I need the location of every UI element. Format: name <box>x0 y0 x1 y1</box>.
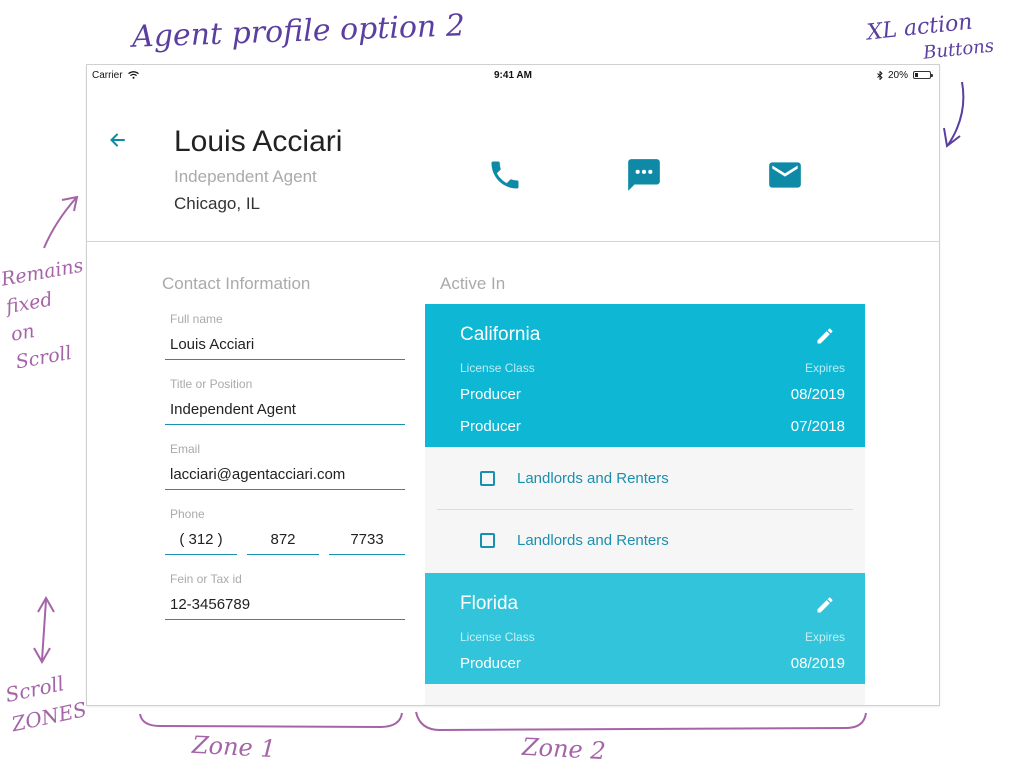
full-name-field[interactable]: Full name Louis Acciari <box>165 312 405 360</box>
profile-header: Louis Acciari Independent Agent Chicago,… <box>87 85 939 242</box>
annotation-zone-2: Zone 2 <box>521 732 607 766</box>
agent-role: Independent Agent <box>174 167 317 186</box>
endorsement-checkbox[interactable] <box>480 533 495 548</box>
license-expiry: 08/2019 <box>790 386 845 403</box>
state-name: Florida <box>460 593 519 614</box>
tax-id-field[interactable]: Fein or Tax id 12-3456789 <box>165 572 405 620</box>
battery-percent: 20% <box>887 69 908 81</box>
endorsement-item[interactable]: Landlords and Renters <box>437 447 853 509</box>
status-left: Carrier <box>92 70 139 81</box>
license-row: Producer 08/2019 <box>460 386 845 403</box>
battery-icon <box>913 71 933 79</box>
license-class: Producer <box>460 386 521 403</box>
message-button[interactable] <box>624 155 664 195</box>
annotation-xl-buttons: XL action Buttons <box>866 8 996 73</box>
phone-label: Phone <box>170 507 205 521</box>
expires-label: Expires <box>804 630 845 644</box>
annotation-arrowhead-xl <box>943 127 961 148</box>
status-right: 20% <box>877 69 933 81</box>
annotation-bracket-zone-2 <box>415 711 867 732</box>
phone-icon <box>491 161 519 189</box>
annotation-bracket-zone-1 <box>139 712 403 729</box>
active-in-section-title: Active In <box>440 274 506 293</box>
email-label: Email <box>170 442 201 456</box>
profile-body: Contact Information Full name Louis Acci… <box>87 242 939 705</box>
phone-prefix-input[interactable]: 872 <box>247 531 319 555</box>
title-field[interactable]: Title or Position Independent Agent <box>165 377 405 425</box>
annotation-arrow-xl <box>947 81 965 146</box>
edit-icon[interactable] <box>815 595 835 615</box>
annotation-arrowhead-remains <box>61 195 79 212</box>
license-expiry: 08/2019 <box>790 655 845 672</box>
annotation-arrow-scroll <box>41 599 47 661</box>
state-card-california: California License Class Expires Produce… <box>425 304 865 447</box>
annotation-arrowhead-scroll-up <box>37 595 55 613</box>
tax-id-label: Fein or Tax id <box>170 572 242 586</box>
full-name-input[interactable]: Louis Acciari <box>165 336 405 360</box>
phone-field[interactable]: Phone ( 312 ) 872 7733 <box>165 507 405 555</box>
edit-icon[interactable] <box>815 326 835 346</box>
call-button[interactable] <box>485 155 525 195</box>
license-class: Producer <box>460 655 521 672</box>
list-footer <box>425 684 865 705</box>
carrier-label: Carrier <box>92 69 123 81</box>
phone-area-input[interactable]: ( 312 ) <box>165 531 237 555</box>
annotation-title: Agent profile option 2 <box>131 8 466 55</box>
back-arrow-icon[interactable] <box>107 129 129 151</box>
state-card-florida: Florida License Class Expires Producer 0… <box>425 573 865 684</box>
agent-location: Chicago, IL <box>174 194 260 213</box>
endorsement-item[interactable]: Landlords and Renters <box>437 509 853 571</box>
mail-icon <box>769 162 801 188</box>
annotation-zone-1: Zone 1 <box>191 730 277 764</box>
annotation-scroll-zones: Scroll ZONES <box>3 665 90 740</box>
title-input[interactable]: Independent Agent <box>165 401 405 425</box>
state-name: California <box>460 324 541 345</box>
chat-icon <box>628 159 660 191</box>
bluetooth-icon <box>877 70 883 80</box>
wifi-icon <box>127 71 139 79</box>
device-frame: Carrier 9:41 AM 20% Louis Acciari Indepe… <box>86 64 940 706</box>
license-class-label: License Class <box>460 630 535 644</box>
status-bar: Carrier 9:41 AM 20% <box>87 65 939 85</box>
email-button[interactable] <box>765 155 805 195</box>
endorsement-checkbox[interactable] <box>480 470 495 486</box>
endorsement-label[interactable]: Landlords and Renters <box>517 470 669 487</box>
license-expiry: 07/2018 <box>790 418 845 435</box>
status-time: 9:41 AM <box>494 69 532 81</box>
license-class: Producer <box>460 418 521 435</box>
title-label: Title or Position <box>170 377 253 391</box>
active-in-list[interactable]: California License Class Expires Produce… <box>425 304 865 705</box>
license-class-label: License Class <box>460 361 535 375</box>
phone-inputs: ( 312 ) 872 7733 <box>165 531 405 555</box>
annotation-arrowhead-scroll-down <box>33 647 51 665</box>
endorsement-label[interactable]: Landlords and Renters <box>517 532 669 549</box>
battery-fill <box>915 73 918 77</box>
license-row: Producer 07/2018 <box>460 418 845 435</box>
full-name-label: Full name <box>170 312 223 326</box>
contact-section-title: Contact Information <box>162 274 311 293</box>
annotation-arrow-remains <box>43 197 77 249</box>
license-row: Producer 08/2019 <box>460 655 845 672</box>
agent-name: Louis Acciari <box>174 125 343 158</box>
tax-id-input[interactable]: 12-3456789 <box>165 596 405 620</box>
expires-label: Expires <box>804 361 845 375</box>
email-field[interactable]: Email lacciari@agentacciari.com <box>165 442 405 490</box>
endorsement-list: Landlords and Renters Landlords and Rent… <box>425 447 865 573</box>
phone-line-input[interactable]: 7733 <box>329 531 405 555</box>
email-input[interactable]: lacciari@agentacciari.com <box>165 466 405 490</box>
